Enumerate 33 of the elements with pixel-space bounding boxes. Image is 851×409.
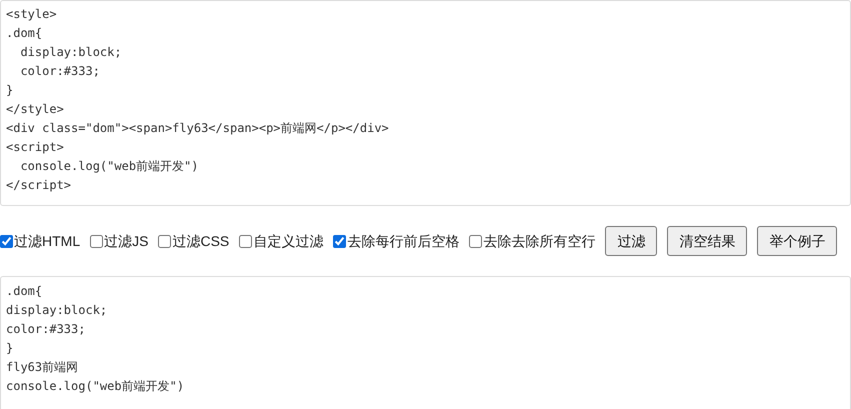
checkbox[interactable] <box>333 234 346 248</box>
code-line: <script> <box>6 139 64 156</box>
checkbox[interactable] <box>469 234 482 248</box>
code-line: } <box>6 340 14 357</box>
checkbox[interactable] <box>158 234 172 248</box>
code-line: console.log("web前端开发") <box>6 378 184 395</box>
checkbox-label[interactable]: 去除去除所有空行 <box>483 230 596 252</box>
code-line: console.log("web前端开发") <box>19 158 198 175</box>
code-line: color:#333; <box>6 321 86 338</box>
checkbox-label[interactable]: 过滤HTML <box>14 230 80 252</box>
checkbox-label[interactable]: 过滤JS <box>104 230 148 252</box>
code-line: } <box>6 82 14 99</box>
checkbox-label[interactable]: 去除每行前后空格 <box>347 230 460 252</box>
checkbox[interactable] <box>0 234 13 248</box>
output-area[interactable]: .dom{ display:block; color:#333; } fly63前端网 console.log("web前端开发") <box>0 276 851 409</box>
checkbox-label[interactable]: 自定义过滤 <box>253 230 324 252</box>
code-line: <style> <box>6 6 57 23</box>
action-button[interactable]: 举个例子 <box>757 226 838 256</box>
code-line: display:block; <box>6 302 108 319</box>
checkbox-label[interactable]: 过滤CSS <box>172 230 230 252</box>
code-line: </script> <box>6 177 72 194</box>
code-line: .dom{ <box>6 283 42 300</box>
action-button[interactable]: 过滤 <box>605 226 658 256</box>
input-area[interactable]: <style> .dom{ display:block; color:#333; } </style> <div class="dom"><span>fly63</span><p>前端网</p></div> <script> console.log("web前端开发") </script> <box>0 0 851 206</box>
code-line: .dom{ <box>6 25 42 42</box>
code-line: color:#333; <box>19 63 100 80</box>
code-line: fly63前端网 <box>6 359 78 376</box>
code-line: <div class="dom"><span>fly63</span><p>前端网</p></div> <box>6 120 389 137</box>
checkbox[interactable] <box>239 234 252 248</box>
code-line: display:block; <box>19 44 122 61</box>
code-line: </style> <box>6 101 64 118</box>
action-button[interactable]: 清空结果 <box>667 226 748 256</box>
checkbox[interactable] <box>90 234 104 248</box>
